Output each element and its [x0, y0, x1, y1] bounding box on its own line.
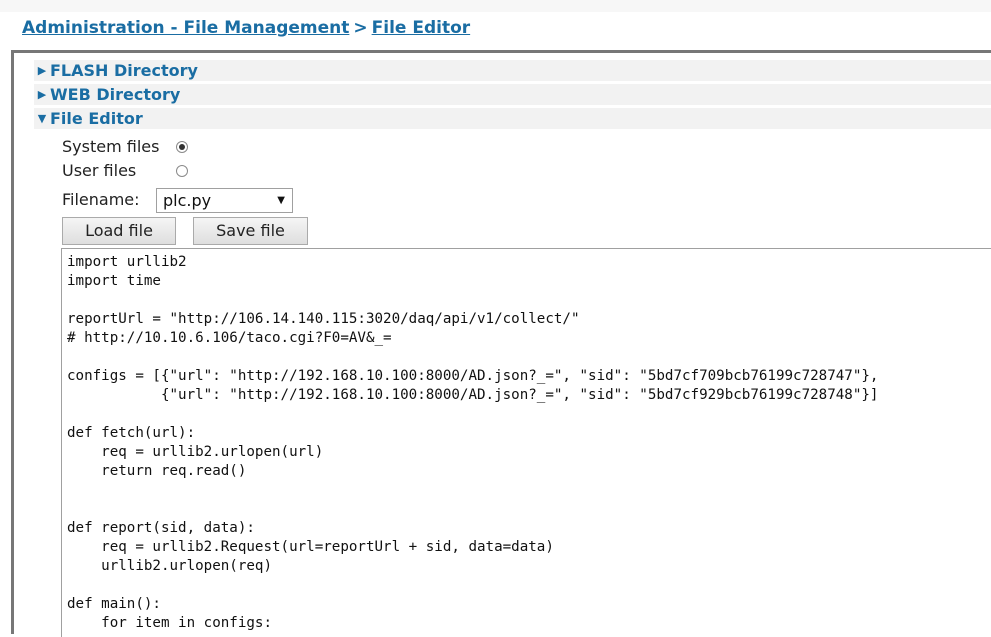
section-web-directory[interactable]: ▶ WEB Directory	[34, 84, 991, 105]
code-line: def main():	[67, 596, 161, 612]
caret-down-icon: ▼	[37, 112, 47, 125]
code-line: import urllib2	[67, 254, 187, 270]
breadcrumb-link-file-management[interactable]: Administration - File Management	[22, 18, 349, 38]
code-line: for item in configs:	[67, 615, 272, 631]
breadcrumb: Administration - File Management > File Ed…	[22, 18, 470, 38]
chevron-down-icon: ▼	[277, 195, 285, 206]
code-line: configs = [{"url": "http://192.168.10.10…	[67, 368, 879, 384]
filename-selected-value: plc.py	[163, 191, 212, 210]
section-flash-directory[interactable]: ▶ FLASH Directory	[34, 60, 991, 81]
code-line: def report(sid, data):	[67, 520, 255, 536]
caret-right-icon: ▶	[37, 88, 47, 101]
filename-label: Filename:	[62, 190, 140, 209]
save-file-button[interactable]: Save file	[193, 217, 308, 245]
section-label: FLASH Directory	[50, 61, 198, 80]
code-line: import time	[67, 273, 161, 289]
system-files-label: System files	[62, 137, 160, 156]
code-line: req = urllib2.urlopen(url)	[67, 444, 324, 460]
section-file-editor[interactable]: ▼ File Editor	[34, 108, 991, 129]
system-files-radio[interactable]	[176, 141, 188, 153]
code-line: def fetch(url):	[67, 425, 196, 441]
section-label: WEB Directory	[50, 85, 181, 104]
code-line: req = urllib2.Request(url=reportUrl + si…	[67, 539, 554, 555]
user-files-radio[interactable]	[176, 165, 188, 177]
code-line: return req.read()	[67, 463, 247, 479]
load-file-button[interactable]: Load file	[62, 217, 176, 245]
breadcrumb-link-file-editor[interactable]: File Editor	[372, 18, 471, 38]
top-bar	[0, 0, 991, 12]
caret-right-icon: ▶	[37, 64, 47, 77]
breadcrumb-separator: >	[353, 18, 368, 38]
section-label: File Editor	[50, 109, 143, 128]
file-content-editor[interactable]: import urllib2 import time reportUrl = "ht…	[61, 248, 991, 637]
user-files-label: User files	[62, 161, 137, 180]
file-management-panel: ▶ FLASH Directory ▶ WEB Directory ▼ File Ed…	[11, 50, 991, 637]
filename-select[interactable]: plc.py ▼	[156, 188, 293, 213]
code-line: {"url": "http://192.168.10.100:8000/AD.j…	[67, 387, 879, 403]
code-line: # http://10.10.6.106/taco.cgi?F0=AV&_=	[67, 330, 392, 346]
code-line: urllib2.urlopen(req)	[67, 558, 272, 574]
code-line: reportUrl = "http://106.14.140.115:3020/…	[67, 311, 580, 327]
